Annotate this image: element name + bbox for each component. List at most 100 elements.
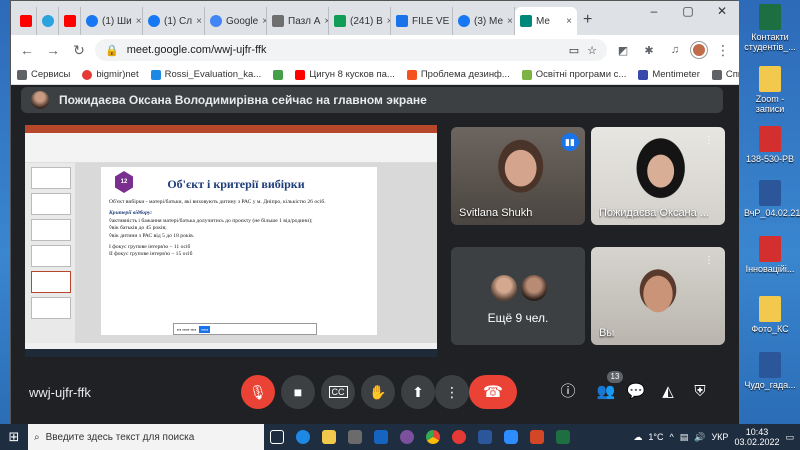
leave-call-button[interactable]: ☎ (469, 375, 517, 409)
bookmark-icon (521, 69, 532, 80)
close-icon[interactable]: × (136, 16, 142, 27)
network-icon[interactable]: ▤ (680, 432, 689, 443)
close-icon[interactable]: × (196, 16, 202, 27)
mail-icon (374, 430, 388, 444)
search-icon: ⌕ (34, 431, 40, 443)
hangup-icon: ☎ (483, 384, 503, 401)
speaking-indicator-icon: ▮▮ (561, 133, 579, 151)
self-view-tile[interactable]: ⋮ Вы (591, 247, 725, 345)
address-bar[interactable]: 🔒 meet.google.com/wwj-ujfr-ffk ▭ ☆ (95, 39, 607, 61)
tab-3[interactable] (59, 7, 81, 35)
close-icon[interactable]: × (507, 16, 513, 27)
reading-list[interactable]: Список для чтения (711, 69, 739, 80)
maximize-button[interactable]: ▢ (671, 1, 705, 23)
bookmark-bigmir[interactable]: bigmir)net (82, 69, 139, 80)
lock-icon: 🔒 (105, 44, 119, 57)
back-icon[interactable]: ← (17, 42, 37, 58)
reload-icon[interactable]: ↻ (69, 42, 89, 59)
tab-6[interactable]: Google× (205, 7, 267, 35)
desktop-icon-zoom-folder[interactable]: Zoom - записи (744, 66, 796, 114)
raise-hand-button[interactable]: ✋ (361, 375, 395, 409)
mail-app[interactable] (368, 424, 394, 450)
bookmark-rossi[interactable]: Rossi_Evaluation_ka... (150, 69, 261, 80)
clock[interactable]: 10:43 03.02.2022 (734, 427, 779, 447)
tab-7[interactable]: Пазл А× (267, 7, 329, 35)
participant-avatar (521, 275, 547, 301)
camera-icon[interactable]: ▭ (569, 44, 579, 57)
tab-1[interactable] (15, 7, 37, 35)
tab-5[interactable]: (1) Сл × (143, 7, 205, 35)
close-icon[interactable]: × (566, 16, 572, 27)
forward-icon[interactable]: → (43, 42, 63, 58)
store-app[interactable] (342, 424, 368, 450)
new-tab-button[interactable]: + (577, 7, 598, 35)
video-icon: ■ (293, 384, 303, 400)
tab-9[interactable]: FILE VE× (391, 7, 453, 35)
word-app[interactable] (472, 424, 498, 450)
excel-app[interactable] (550, 424, 576, 450)
bookmark-apps[interactable]: Сервисы (17, 69, 70, 80)
bookmark-mentimeter[interactable]: Mentimeter (638, 69, 700, 80)
viber-app[interactable] (394, 424, 420, 450)
more-options-button[interactable]: ⋮ (435, 375, 469, 409)
desktop-icon-word-1[interactable]: ВчР_04.02.21 (744, 180, 800, 218)
zoom-icon (504, 430, 518, 444)
tab-10[interactable]: (3) Ме × (453, 7, 515, 35)
tray-chevron-icon[interactable]: ^ (670, 432, 674, 442)
window-close-button[interactable]: ✕ (705, 1, 739, 23)
info-button[interactable]: ⓘ (557, 381, 579, 403)
tab-meet-active[interactable]: Me × (515, 7, 577, 35)
tab-4[interactable]: (1) Ши × (81, 7, 143, 35)
puzzle-extensions-icon[interactable]: ✱ (639, 44, 659, 57)
edge-app[interactable] (290, 424, 316, 450)
mic-toggle-button[interactable]: 🎙 (241, 375, 275, 409)
camera-toggle-button[interactable]: ■ (281, 375, 315, 409)
desktop-icon-photo-folder[interactable]: Фото_КС (744, 296, 796, 334)
slide-thumbnail (31, 167, 71, 189)
star-icon[interactable]: ☆ (587, 44, 597, 57)
windows-start-icon[interactable]: ⊞ (0, 424, 28, 450)
word-file-icon (759, 352, 781, 378)
participant-tile[interactable]: ▮▮ Svitlana Shukh (451, 127, 585, 225)
desktop-icon-excel[interactable]: Контакти студентів_... (744, 4, 796, 52)
participant-tile[interactable]: ⋮ Пожидаєва Оксана ... (591, 127, 725, 225)
meet-area: Пожидаєва Оксана Володимирівна сейчас на… (11, 85, 739, 425)
host-controls-button[interactable]: ⛨ (689, 381, 711, 403)
minimize-button[interactable]: – (637, 1, 671, 23)
youtube-icon (20, 15, 32, 27)
desktop-icon-pdf-2[interactable]: Інноваційі... (744, 236, 796, 274)
present-button[interactable]: ⬆ (401, 375, 435, 409)
explorer-app[interactable] (316, 424, 342, 450)
captions-button[interactable]: CC (321, 375, 355, 409)
pdf-file-icon (759, 236, 781, 262)
chat-button[interactable]: 💬 (625, 381, 647, 403)
tab-2[interactable] (37, 7, 59, 35)
extension-icon[interactable]: ◩ (613, 44, 633, 57)
opera-icon (452, 430, 466, 444)
bookmark-qigong[interactable]: Цигун 8 кусков па... (295, 69, 395, 80)
powerpoint-app[interactable] (524, 424, 550, 450)
profile-avatar[interactable] (691, 42, 707, 58)
chrome-app[interactable] (420, 424, 446, 450)
media-icon[interactable]: ♫ (665, 44, 685, 56)
volume-icon[interactable]: 🔊 (694, 432, 705, 443)
activities-button[interactable]: ◭ (657, 381, 679, 403)
desktop-icon-pdf-1[interactable]: 138-530-РВ (744, 126, 796, 164)
task-view-icon[interactable] (264, 424, 290, 450)
more-participants-tile[interactable]: Ещё 9 чел. (451, 247, 585, 345)
bookmark-green[interactable] (273, 69, 284, 80)
participant-name: Вы (599, 327, 615, 339)
zoom-app[interactable] (498, 424, 524, 450)
language-indicator[interactable]: УКР (711, 432, 728, 442)
people-button[interactable]: 👥 (595, 381, 617, 403)
bookmark-osvitni[interactable]: Освітні програми с... (521, 69, 626, 80)
bookmark-problem[interactable]: Проблема дезинф... (406, 69, 510, 80)
notifications-icon[interactable]: ▭ (785, 432, 794, 443)
menu-kebab-icon[interactable]: ⋮ (713, 42, 733, 59)
desktop-icon-word-2[interactable]: Чудо_гада... (744, 352, 796, 390)
opera-app[interactable] (446, 424, 472, 450)
mic-off-icon: ⋮ (704, 255, 714, 266)
taskbar-search[interactable]: ⌕ Введите здесь текст для поиска (28, 424, 264, 450)
weather-icon[interactable]: ☁ (633, 432, 642, 443)
tab-8[interactable]: (241) В× (329, 7, 391, 35)
